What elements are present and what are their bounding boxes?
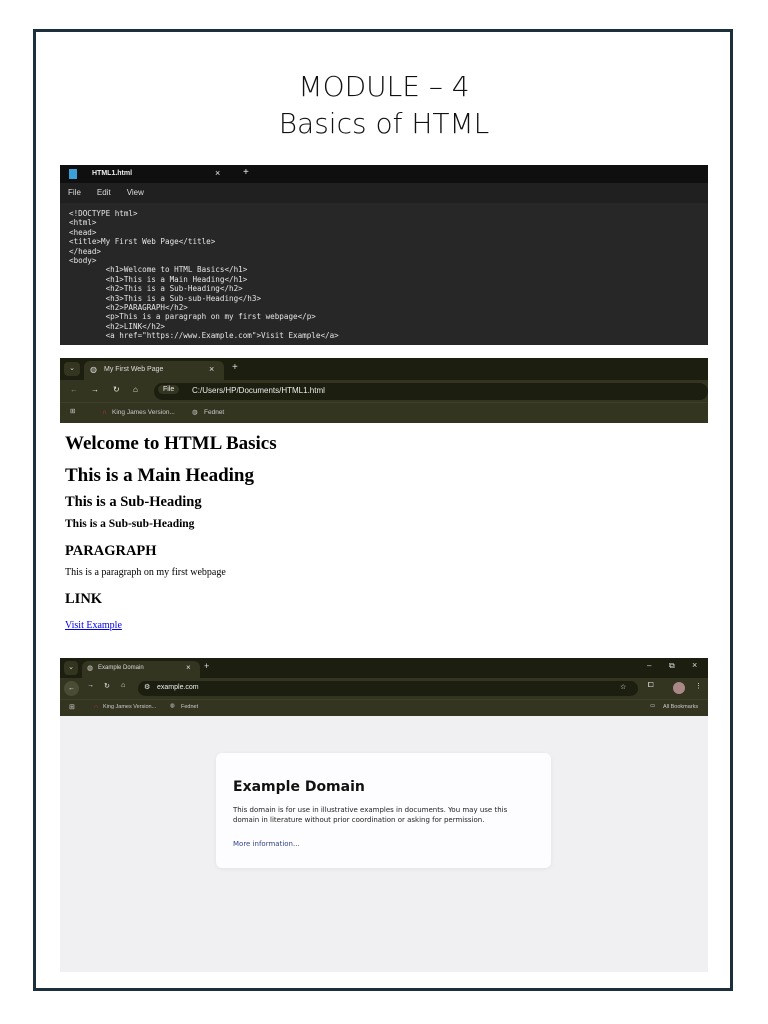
module-subtitle: Basics of HTML — [278, 107, 490, 140]
file-chip[interactable]: File — [158, 385, 180, 394]
heading-paragraph: PARAGRAPH — [65, 543, 157, 559]
code-line: <h3>This is a Sub-sub-Heading</h3> — [69, 293, 262, 303]
code-line: <h2>PARAGRAPH</h2> — [69, 303, 188, 313]
code-line: <body> — [69, 256, 97, 266]
heading-subsub: This is a Sub-sub-Heading — [65, 518, 195, 530]
code-line: <h1>This is a Main Heading</h1> — [69, 274, 248, 284]
menu-icon[interactable]: ⋮ — [695, 682, 702, 690]
card-title: Example Domain — [233, 779, 365, 795]
code-line: <p>This is a paragraph on my first webpa… — [69, 312, 316, 322]
close-tab-icon[interactable]: × — [209, 364, 214, 374]
tab-search-chevron-icon[interactable]: ⌄ — [64, 362, 80, 376]
browser-tab[interactable]: ◍ Example Domain × — [82, 661, 200, 678]
card-body: This domain is for use in illustrative e… — [233, 806, 508, 824]
tab-search-chevron-icon[interactable]: ⌄ — [64, 661, 78, 675]
menu-view[interactable]: View — [127, 188, 144, 198]
editor-tab[interactable]: HTML1.html — [92, 170, 132, 177]
bookmark-fednet[interactable]: Fednet — [181, 704, 198, 710]
url-text[interactable]: C:/Users/HP/Documents/HTML1.html — [192, 386, 325, 395]
code-line: <title>My First Web Page</title> — [69, 237, 216, 247]
globe-icon: ◍ — [170, 703, 175, 709]
code-line: </head> — [69, 246, 102, 256]
forward-icon[interactable]: → — [91, 385, 99, 394]
code-area[interactable]: <!DOCTYPE html> <html> <head> <title>My Fir… — [60, 203, 708, 345]
restore-button[interactable]: ⧉ — [669, 661, 675, 671]
url-text[interactable]: example.com — [157, 684, 199, 691]
tab-title: My First Web Page — [104, 366, 164, 373]
back-icon[interactable]: ← — [70, 385, 78, 394]
globe-icon: ◍ — [192, 409, 198, 416]
address-bar[interactable]: File C:/Users/HP/Documents/HTML1.html — [154, 383, 708, 400]
notepad-icon — [69, 169, 77, 179]
reload-icon[interactable]: ↻ — [104, 682, 110, 690]
close-tab-icon[interactable]: × — [215, 168, 220, 178]
back-icon[interactable]: ← — [64, 681, 79, 696]
star-icon[interactable]: ☆ — [620, 683, 626, 691]
bookmark-kjv[interactable]: King James Version... — [103, 704, 156, 710]
heading-welcome: Welcome to HTML Basics — [65, 433, 277, 454]
new-tab-icon[interactable]: + — [232, 362, 238, 373]
notepad-screenshot: HTML1.html × + File Edit View <!DOCTYPE … — [60, 165, 708, 345]
browser-screenshot-1: ⌄ ◍ My First Web Page × + ← → ↻ ⌂ File C… — [60, 358, 708, 640]
apps-icon[interactable]: ⊞ — [69, 703, 75, 711]
all-bookmarks[interactable]: All Bookmarks — [663, 704, 698, 710]
globe-icon: ◍ — [87, 665, 94, 672]
new-tab-icon[interactable]: + — [243, 167, 249, 178]
code-line: <h2>LINK</h2> — [69, 321, 166, 331]
reload-icon[interactable]: ↻ — [113, 385, 120, 394]
new-tab-icon[interactable]: + — [204, 661, 209, 671]
globe-icon: ◍ — [90, 365, 97, 374]
visit-example-link[interactable]: Visit Example — [65, 620, 122, 631]
menu-edit[interactable]: Edit — [97, 188, 111, 198]
address-bar[interactable]: ⚙ example.com ☆ — [138, 681, 638, 696]
folder-icon: ▭ — [650, 703, 656, 709]
site-info-icon[interactable]: ⚙ — [144, 683, 150, 691]
code-line: <html> — [69, 218, 97, 228]
profile-avatar[interactable] — [673, 682, 685, 694]
bookmark-icon: ∩ — [102, 409, 107, 416]
bookmark-fednet[interactable]: Fednet — [204, 409, 224, 416]
close-window-button[interactable]: × — [692, 660, 697, 670]
browser-tab[interactable]: ◍ My First Web Page × — [84, 361, 224, 380]
heading-main: This is a Main Heading — [65, 465, 254, 486]
extensions-icon[interactable]: ⧠ — [648, 682, 654, 690]
minimize-button[interactable]: – — [647, 661, 651, 670]
module-title: MODULE – 4 — [298, 70, 470, 103]
forward-icon[interactable]: → — [87, 682, 94, 689]
bookmark-kjv[interactable]: King James Version... — [112, 409, 175, 416]
code-line: <h2>This is a Sub-Heading</h2> — [69, 284, 243, 294]
code-line: <a href="https://www.Example.com">Visit … — [69, 331, 339, 341]
apps-icon[interactable]: ⊞ — [70, 407, 75, 415]
heading-link: LINK — [65, 591, 103, 607]
home-icon[interactable]: ⌂ — [133, 385, 138, 394]
more-information-link[interactable]: More information... — [233, 840, 300, 848]
code-line: <head> — [69, 227, 97, 237]
tab-title: Example Domain — [98, 665, 144, 671]
paragraph-text: This is a paragraph on my first webpage — [65, 567, 226, 578]
code-line: <!DOCTYPE html> — [69, 209, 138, 218]
close-tab-icon[interactable]: × — [186, 663, 191, 672]
bookmark-icon: ∩ — [94, 704, 98, 710]
menu-file[interactable]: File — [68, 188, 81, 198]
home-icon[interactable]: ⌂ — [121, 682, 125, 689]
browser-screenshot-2: ⌄ ◍ Example Domain × + – ⧉ × ← → ↻ ⌂ ⚙ e… — [60, 658, 708, 972]
code-line: <h1>Welcome to HTML Basics</h1> — [69, 265, 248, 275]
heading-sub: This is a Sub-Heading — [65, 494, 202, 510]
example-domain-card: Example Domain This domain is for use in… — [216, 753, 551, 868]
